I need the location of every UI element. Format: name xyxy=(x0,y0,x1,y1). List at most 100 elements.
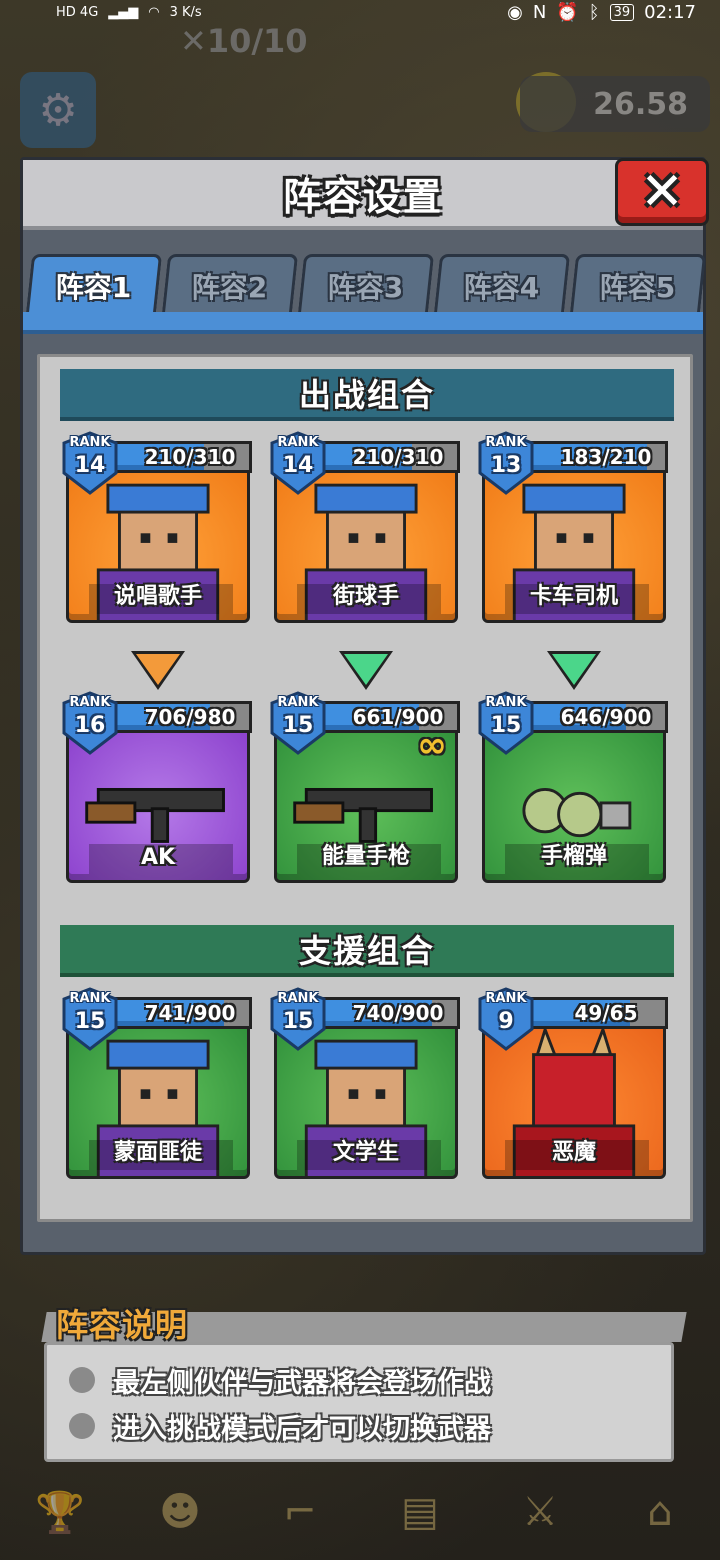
progress-text: 661/900 xyxy=(352,705,444,729)
explanation-line: 最左侧伙伴与武器将会登场作战 xyxy=(113,1367,491,1399)
rank-value: 14 xyxy=(282,453,314,478)
tab-label: 阵容2 xyxy=(192,270,268,304)
rank-label: RANK xyxy=(69,695,111,710)
progress-text: 706/980 xyxy=(144,705,236,729)
rank-badge: RANK 15 xyxy=(270,987,326,1051)
card-name: 蒙面匪徒 xyxy=(113,1140,202,1165)
explanation-row: 最左侧伙伴与武器将会登场作战 xyxy=(69,1357,649,1403)
swords-icon: ⚔ xyxy=(522,1489,558,1535)
shop-icon: ⌂ xyxy=(647,1489,673,1535)
upgrade-progress-bar: 210/310 xyxy=(314,441,460,473)
modal-title: 阵容设置 xyxy=(282,174,443,219)
tab-label: 阵容4 xyxy=(464,270,540,304)
network-speed: 3 K/s xyxy=(169,4,202,20)
lineup-panel: 出战组合 支援组合 说唱歌手 210/310 RANK 14 街球手 210/310 RAN… xyxy=(37,354,693,1222)
card-name: 街球手 xyxy=(332,584,399,609)
battle-character-card[interactable]: 说唱歌手 210/310 RANK 14 xyxy=(62,431,252,623)
arrow-fill xyxy=(136,654,180,685)
card-name: 文学生 xyxy=(332,1140,399,1165)
team-icon: ☻ xyxy=(159,1489,201,1535)
rank-badge: RANK 16 xyxy=(62,691,118,755)
battle-section-title: 出战组合 xyxy=(60,369,674,421)
infinite-ammo-icon: ∞ xyxy=(417,725,447,766)
coin-counter: 26.58 xyxy=(520,76,710,132)
progress-text: 49/65 xyxy=(574,1001,638,1025)
close-button[interactable]: ✕ xyxy=(615,158,709,226)
down-arrow-icon xyxy=(131,651,185,691)
arrow-fill xyxy=(344,654,388,685)
tab-lineup-2[interactable]: 阵容2 xyxy=(161,254,299,314)
support-character-card[interactable]: 文学生 740/900 RANK 15 xyxy=(270,987,460,1179)
gun-icon: ⌐ xyxy=(283,1489,317,1535)
network-indicator: HD 4G xyxy=(56,4,99,20)
tab-lineup-3[interactable]: 阵容3 xyxy=(297,254,435,314)
upgrade-progress-bar: 740/900 xyxy=(314,997,460,1029)
bullet-icon xyxy=(69,1413,95,1439)
modal-header: 阵容设置 xyxy=(23,160,703,230)
weapon-card[interactable]: 手榴弹 646/900 RANK 15 xyxy=(478,691,668,883)
upgrade-progress-bar: 661/900 xyxy=(314,701,460,733)
signal-icon: ▂▄▆ xyxy=(108,4,139,20)
support-character-card[interactable]: 蒙面匪徒 741/900 RANK 15 xyxy=(62,987,252,1179)
status-bar: HD 4G ▂▄▆ ◠ 3 K/s ◉ N ⏰ ᛒ 39 02:17 xyxy=(0,0,720,24)
explanation-header: 阵容说明 xyxy=(41,1300,687,1344)
weapon-card[interactable]: AK 706/980 RANK 16 xyxy=(62,691,252,883)
progress-text: 210/310 xyxy=(352,445,444,469)
battle-character-card[interactable]: 街球手 210/310 RANK 14 xyxy=(270,431,460,623)
bullet-icon xyxy=(69,1367,95,1393)
down-arrow-icon xyxy=(339,651,393,691)
explanation-body: 最左侧伙伴与武器将会登场作战 进入挑战模式后才可以切换武器 xyxy=(44,1342,674,1462)
support-character-card[interactable]: 恶魔 49/65 RANK 9 xyxy=(478,987,668,1179)
rank-value: 16 xyxy=(74,713,106,738)
rank-label: RANK xyxy=(277,435,319,450)
tab-lineup-1[interactable]: 阵容1 xyxy=(25,254,163,314)
rank-label: RANK xyxy=(277,991,319,1006)
rank-value: 15 xyxy=(490,713,522,738)
rank-value: 14 xyxy=(74,453,106,478)
tab-label: 阵容1 xyxy=(56,270,132,304)
battle-character-card[interactable]: 卡车司机 183/210 RANK 13 xyxy=(478,431,668,623)
wifi-icon: ◠ xyxy=(148,4,160,20)
rank-badge: RANK 9 xyxy=(478,987,534,1051)
rank-label: RANK xyxy=(69,435,111,450)
upgrade-progress-bar: 183/210 xyxy=(522,441,668,473)
upgrade-progress-bar: 646/900 xyxy=(522,701,668,733)
tab-lineup-4[interactable]: 阵容4 xyxy=(433,254,571,314)
lineup-tabs: 阵容1 阵容2 阵容3 阵容4 阵容5 xyxy=(25,254,707,314)
rank-value: 15 xyxy=(282,713,314,738)
close-icon: ✕ xyxy=(640,162,684,222)
upgrade-progress-bar: 49/65 xyxy=(522,997,668,1029)
rank-label: RANK xyxy=(485,435,527,450)
clock: 02:17 xyxy=(644,1,696,23)
battery-icon: 39 xyxy=(609,3,635,21)
eye-icon: ◉ xyxy=(507,1,523,23)
tab-label: 阵容3 xyxy=(328,270,404,304)
weapon-card[interactable]: 能量手枪 ∞ 661/900 RANK 15 xyxy=(270,691,460,883)
rank-badge: RANK 15 xyxy=(478,691,534,755)
rank-badge: RANK 15 xyxy=(62,987,118,1051)
rank-value: 15 xyxy=(74,1009,106,1034)
rank-badge: RANK 14 xyxy=(270,431,326,495)
lives-counter: ✕10/10 xyxy=(180,22,308,60)
arrow-fill xyxy=(552,654,596,685)
progress-text: 646/900 xyxy=(560,705,652,729)
lives-value: 10/10 xyxy=(206,22,308,60)
card-name: 恶魔 xyxy=(551,1140,596,1165)
card-name: 说唱歌手 xyxy=(113,584,202,609)
book-icon: ▤ xyxy=(401,1489,439,1535)
rank-label: RANK xyxy=(485,695,527,710)
rank-badge: RANK 15 xyxy=(270,691,326,755)
rank-label: RANK xyxy=(277,695,319,710)
rank-value: 13 xyxy=(490,453,522,478)
alarm-icon: ⏰ xyxy=(556,1,579,23)
rank-badge: RANK 14 xyxy=(62,431,118,495)
tab-underline xyxy=(23,312,703,334)
progress-text: 183/210 xyxy=(560,445,652,469)
bluetooth-icon: ᛒ xyxy=(588,1,600,23)
trophy-icon: 🏆 xyxy=(35,1489,85,1536)
rank-value: 15 xyxy=(282,1009,314,1034)
tab-lineup-5[interactable]: 阵容5 xyxy=(569,254,707,314)
explanation-title: 阵容说明 xyxy=(56,1306,189,1344)
bottom-nav: 🏆 ☻ ⌐ ▤ ⚔ ⌂ xyxy=(0,1464,720,1560)
rank-badge: RANK 13 xyxy=(478,431,534,495)
